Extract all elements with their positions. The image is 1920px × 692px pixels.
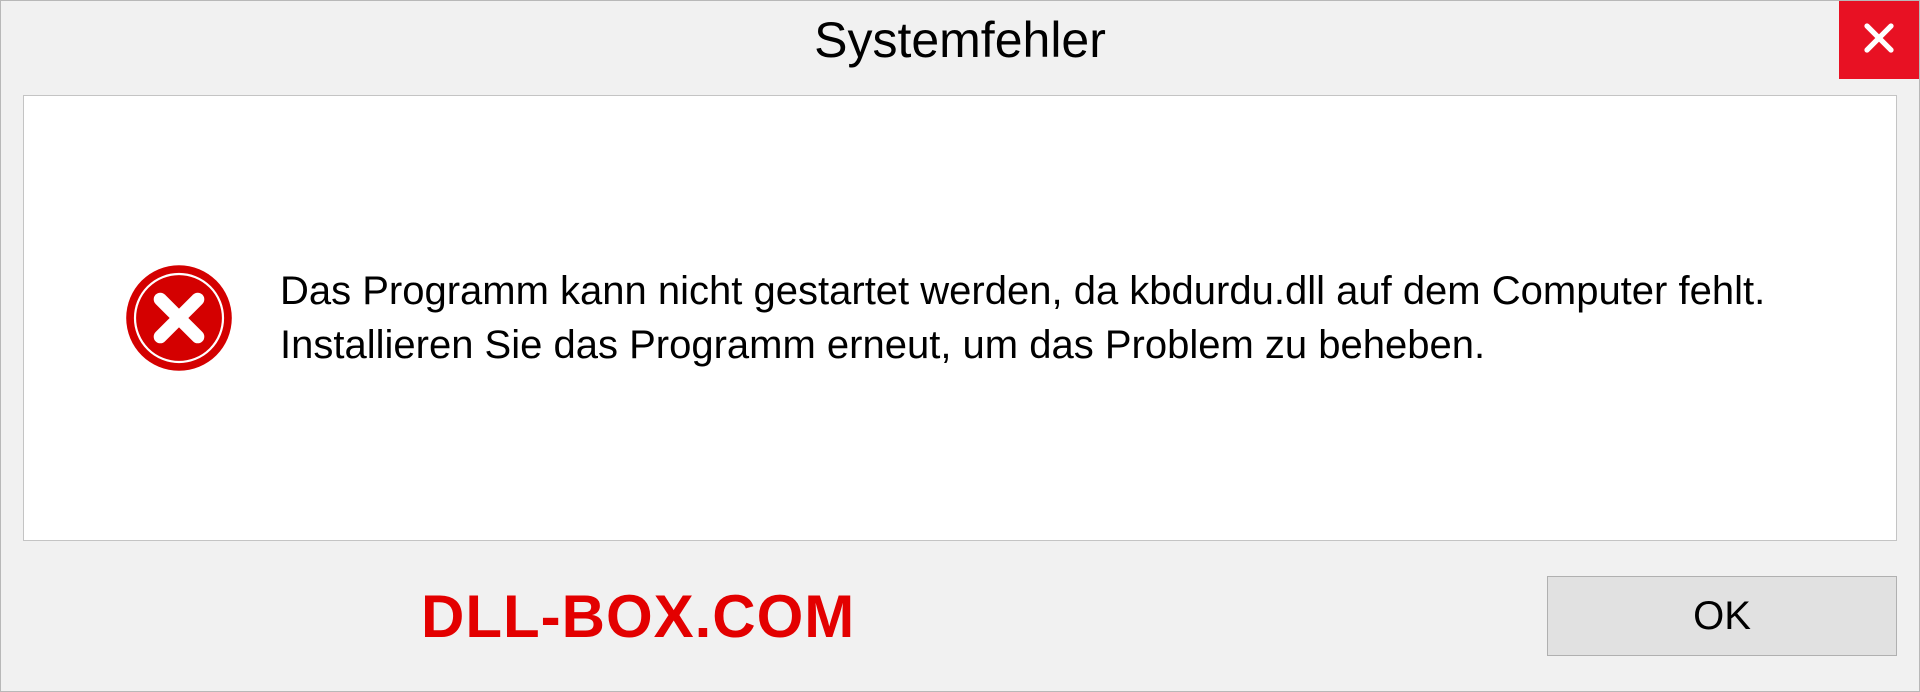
error-message: Das Programm kann nicht gestartet werden… — [280, 264, 1816, 372]
close-icon — [1861, 20, 1897, 61]
watermark-text: DLL-BOX.COM — [421, 582, 855, 651]
error-icon — [124, 263, 234, 373]
content-panel: Das Programm kann nicht gestartet werden… — [23, 95, 1897, 541]
titlebar: Systemfehler — [1, 1, 1919, 79]
ok-button[interactable]: OK — [1547, 576, 1897, 656]
dialog-title: Systemfehler — [814, 11, 1106, 69]
close-button[interactable] — [1839, 1, 1919, 79]
error-dialog: Systemfehler Das Programm kann nicht ges… — [0, 0, 1920, 692]
dialog-footer: DLL-BOX.COM OK — [1, 541, 1919, 691]
